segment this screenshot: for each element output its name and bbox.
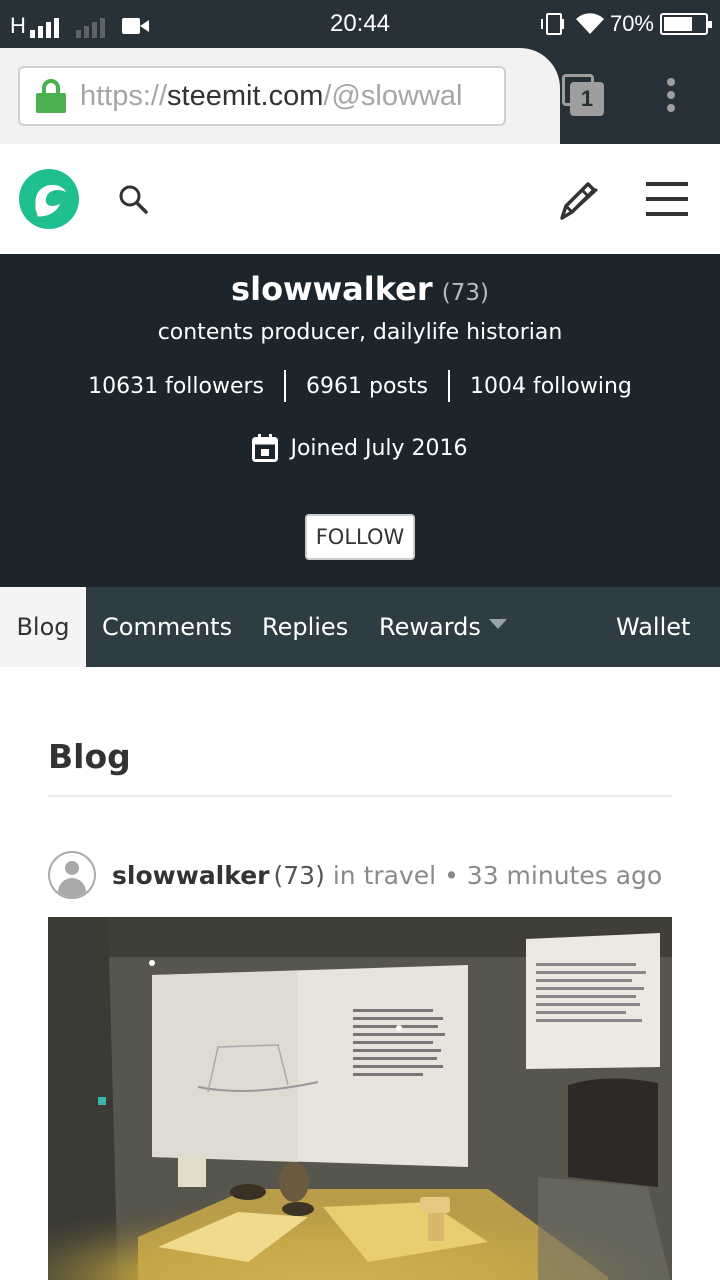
profile-tabs: Blog Comments Replies Rewards Wallet bbox=[0, 587, 720, 667]
tab-rewards-label: Rewards bbox=[379, 613, 481, 641]
steemit-logo-icon[interactable] bbox=[18, 168, 80, 230]
url-text[interactable]: https://steemit.com/@slowwal bbox=[80, 80, 462, 113]
heading-divider bbox=[48, 795, 672, 797]
site-header bbox=[0, 144, 720, 254]
main-content: Blog slowwalker (73) in travel • 33 minu… bbox=[0, 667, 720, 1280]
vibrate-icon bbox=[540, 13, 564, 35]
profile-banner: slowwalker (73) contents producer, daily… bbox=[0, 254, 720, 587]
page-title: Blog bbox=[48, 737, 131, 776]
following-count[interactable]: 1004 following bbox=[470, 374, 632, 399]
post-time[interactable]: • 33 minutes ago bbox=[444, 861, 662, 890]
url-host: steemit.com bbox=[167, 79, 324, 112]
search-icon[interactable] bbox=[118, 184, 148, 214]
post-thumbnail-image[interactable] bbox=[48, 917, 672, 1280]
posts-count: 6961 posts bbox=[306, 373, 428, 399]
url-scheme: https:// bbox=[80, 79, 168, 112]
browser-toolbar: https://steemit.com/@slowwal 1 bbox=[0, 48, 720, 144]
post-header: slowwalker (73) in travel • 33 minutes a… bbox=[48, 851, 688, 899]
hamburger-menu-icon[interactable] bbox=[646, 182, 690, 218]
tab-replies[interactable]: Replies bbox=[262, 587, 348, 667]
stats-divider bbox=[284, 370, 287, 402]
wifi-icon bbox=[575, 13, 604, 35]
battery-level-fill bbox=[664, 17, 692, 31]
tab-replies-label: Replies bbox=[262, 613, 349, 641]
dropdown-caret-icon bbox=[488, 619, 507, 629]
tab-switcher-button[interactable]: 1 bbox=[562, 74, 606, 118]
tab-wallet-label: Wallet bbox=[616, 613, 691, 641]
follow-button[interactable]: FOLLOW bbox=[305, 514, 415, 560]
profile-reputation: (73) bbox=[441, 280, 489, 306]
tab-rewards[interactable]: Rewards bbox=[379, 587, 507, 667]
battery-percent: 70% bbox=[609, 11, 654, 36]
browser-menu-icon[interactable] bbox=[664, 78, 678, 114]
address-bar[interactable]: https://steemit.com/@slowwal bbox=[18, 66, 506, 126]
profile-stats: 10631 followers 6961 posts 1004 followin… bbox=[0, 370, 720, 402]
followers-count[interactable]: 10631 followers bbox=[88, 374, 264, 399]
post-author-reputation: (73) bbox=[273, 860, 325, 890]
avatar[interactable] bbox=[48, 851, 96, 899]
stats-divider bbox=[447, 370, 450, 402]
write-post-icon[interactable] bbox=[556, 178, 600, 222]
joined-date-row: Joined July 2016 bbox=[0, 434, 720, 462]
tab-blog-label: Blog bbox=[16, 613, 70, 641]
post-category[interactable]: in travel bbox=[333, 861, 436, 890]
url-path: /@slowwal bbox=[323, 79, 463, 112]
profile-about: contents producer, dailylife historian bbox=[157, 320, 563, 345]
tab-blog[interactable]: Blog bbox=[0, 587, 86, 667]
post-author[interactable]: slowwalker bbox=[112, 861, 270, 890]
tab-comments[interactable]: Comments bbox=[102, 587, 232, 667]
profile-username: slowwalker bbox=[231, 270, 433, 308]
joined-date: Joined July 2016 bbox=[290, 435, 468, 461]
battery-icon bbox=[660, 13, 712, 35]
tab-count: 1 bbox=[570, 82, 604, 116]
profile-name-line: slowwalker (73) bbox=[0, 270, 720, 308]
calendar-icon bbox=[252, 434, 279, 462]
tab-wallet[interactable]: Wallet bbox=[616, 587, 690, 667]
tab-comments-label: Comments bbox=[102, 613, 233, 641]
lock-icon[interactable] bbox=[36, 79, 66, 113]
status-bar: H 20:44 70% bbox=[0, 0, 720, 48]
museum-display-photo bbox=[48, 917, 672, 1280]
